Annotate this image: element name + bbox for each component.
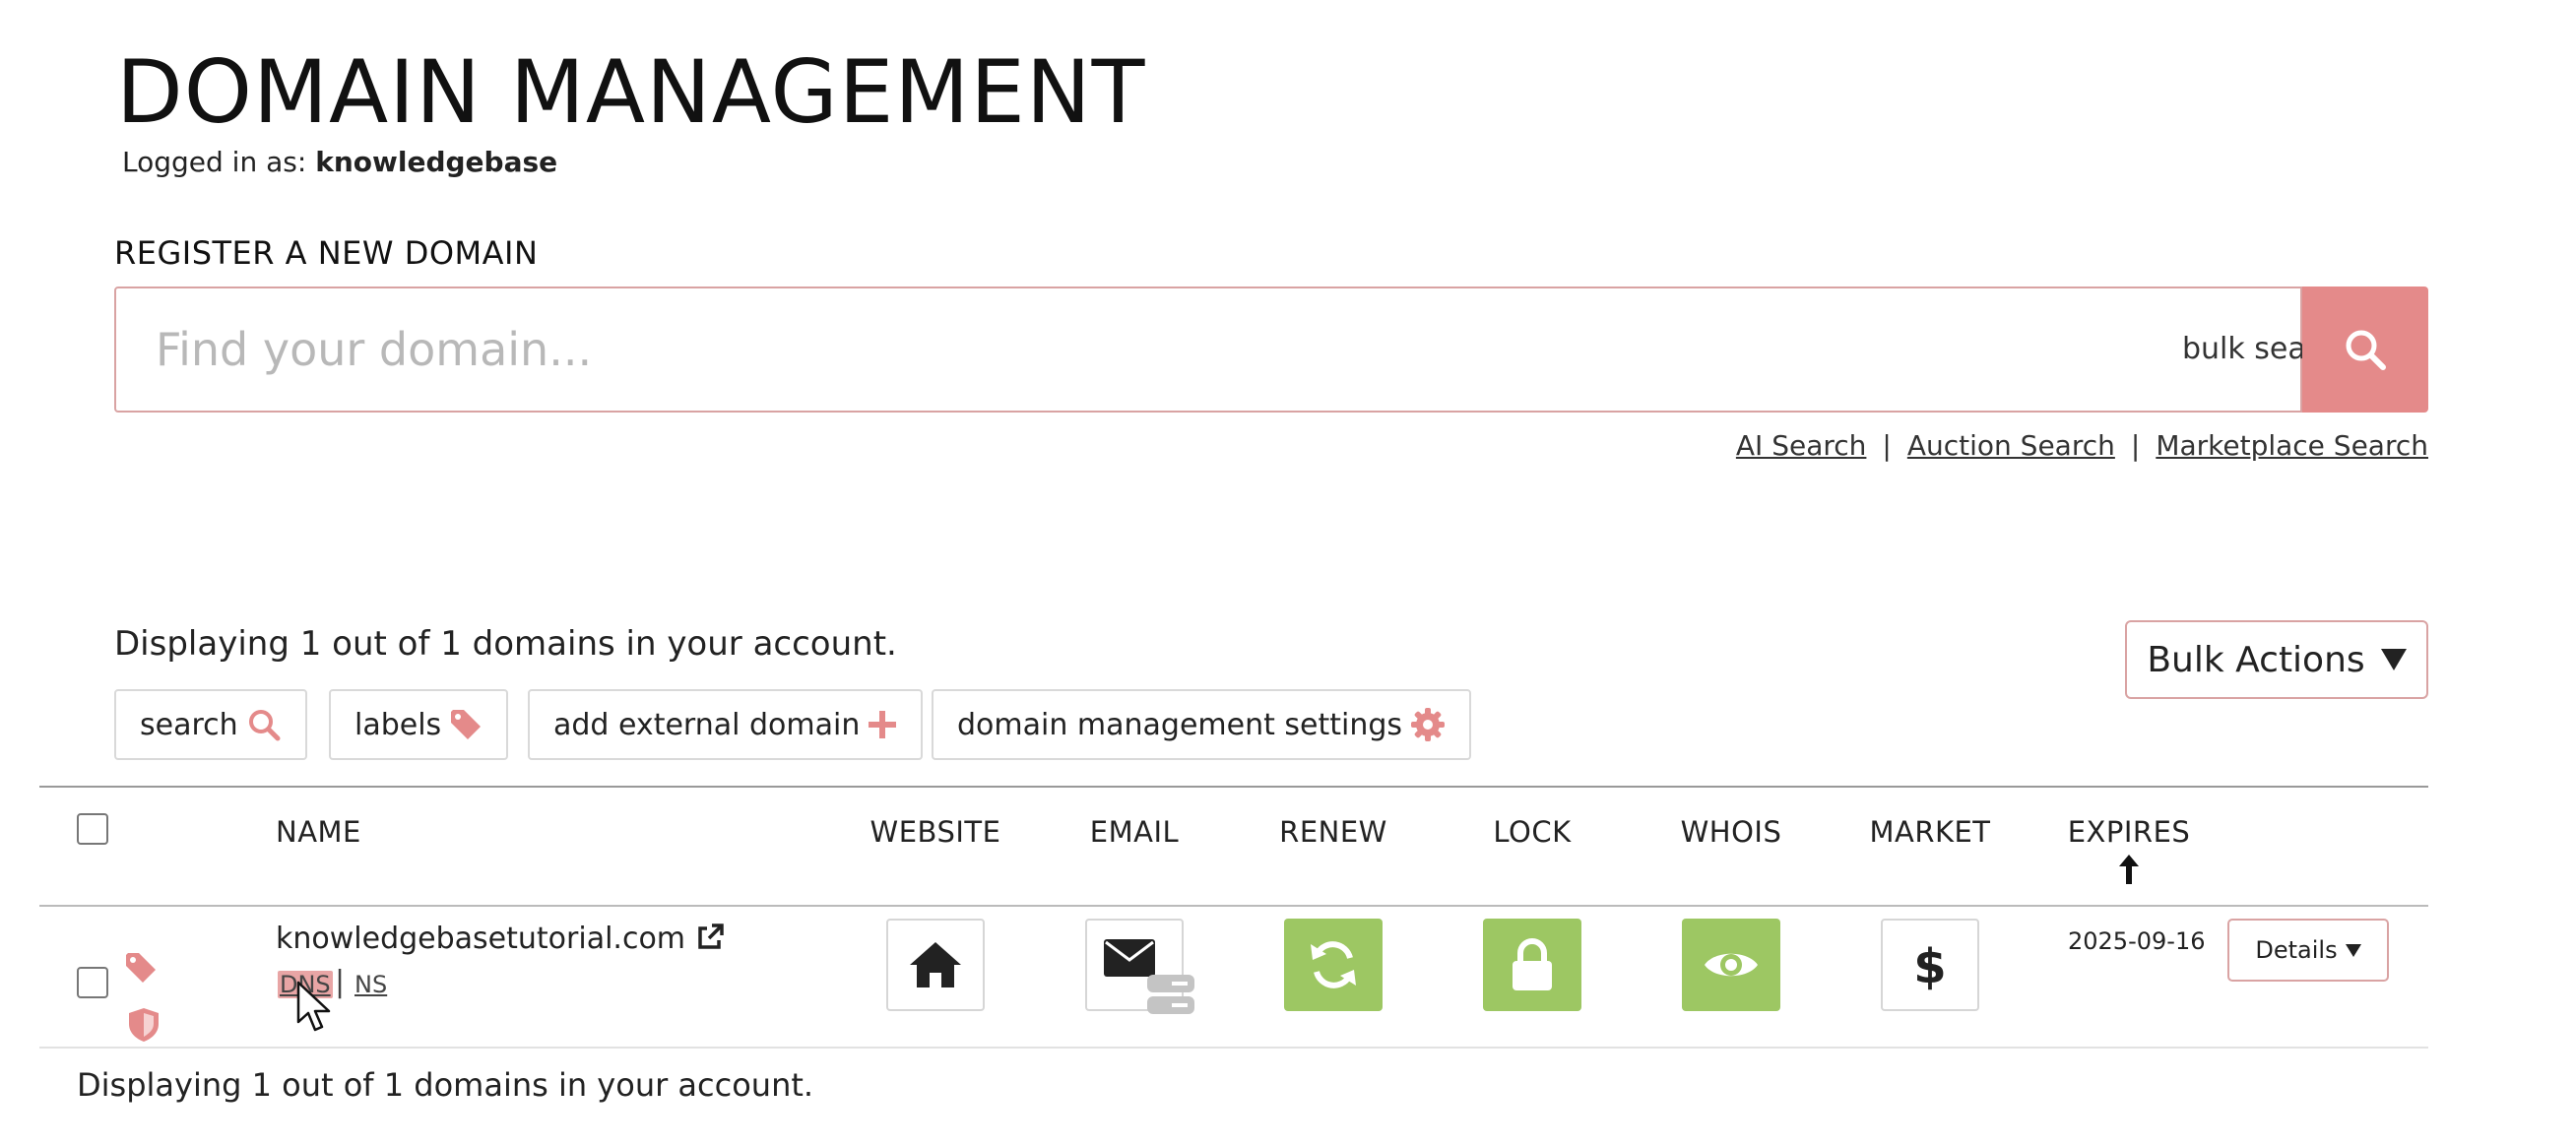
column-header-name[interactable]: NAME [276,815,361,849]
envelope-icon [1104,939,1155,977]
whois-privacy-button[interactable] [1682,919,1780,1011]
eye-icon [1705,953,1758,977]
table-header-divider [39,905,2428,907]
bulk-actions-button[interactable]: Bulk Actions [2125,620,2428,699]
table-row-divider [39,1047,2428,1049]
column-header-email: EMAIL [1089,815,1180,849]
ai-search-link[interactable]: AI Search [1736,429,1867,462]
search-icon [2346,330,2386,370]
labels-button-label: labels [354,707,442,742]
labels-button[interactable]: labels [329,689,509,760]
domain-search-box: bulk search [114,286,2390,413]
search-button[interactable] [2302,286,2428,413]
website-button[interactable] [886,919,985,1011]
refresh-icon [1311,941,1356,988]
domain-count-summary-bottom: Displaying 1 out of 1 domains in your ac… [77,1066,814,1104]
renew-button[interactable] [1284,919,1383,1011]
column-header-lock[interactable]: LOCK [1493,815,1571,849]
tag-icon[interactable] [124,951,158,985]
server-icon [1147,975,1194,1014]
market-button[interactable]: $ [1881,919,1979,1011]
mouse-pointer-icon [296,981,331,1032]
username: knowledgebase [315,146,558,178]
details-dropdown-button[interactable]: Details [2227,919,2389,982]
logged-in-status: Logged in as: knowledgebase [122,146,557,178]
search-domains-button[interactable]: search [114,689,307,760]
select-all-checkbox[interactable] [77,813,108,845]
search-icon [248,710,281,741]
expiration-date: 2025-09-16 [2068,927,2206,955]
add-external-domain-button[interactable]: add external domain [528,689,924,760]
email-button[interactable] [1085,919,1194,1014]
home-icon [910,942,961,987]
settings-button-label: domain management settings [957,707,1403,742]
shield-icon[interactable] [126,1006,161,1044]
details-label: Details [2255,936,2338,964]
domain-management-settings-button[interactable]: domain management settings [932,689,1472,760]
logged-in-label: Logged in as: [122,146,316,178]
column-header-website: WEBSITE [869,815,1001,849]
table-top-divider [39,786,2428,788]
register-domain-heading: REGISTER A NEW DOMAIN [114,234,539,272]
marketplace-search-link[interactable]: Marketplace Search [2156,429,2428,462]
add-external-domain-label: add external domain [553,707,861,742]
caret-down-icon [2345,943,2361,957]
caret-down-icon [2380,649,2407,670]
gear-icon [1411,708,1446,741]
search-links: AI Search | Auction Search | Marketplace Sea… [1736,429,2428,462]
domain-count-summary: Displaying 1 out of 1 domains in your ac… [114,624,897,664]
ns-link[interactable]: NS [354,971,387,998]
domain-name-link[interactable]: knowledgebasetutorial.com [276,922,725,956]
page-title: DOMAIN MANAGEMENT [116,41,1146,143]
domain-name-text: knowledgebasetutorial.com [276,922,686,956]
column-header-expires[interactable]: EXPIRES [2068,815,2191,849]
bulk-actions-label: Bulk Actions [2147,639,2365,680]
column-header-renew[interactable]: RENEW [1279,815,1387,849]
sort-ascending-icon[interactable] [2115,853,2143,886]
search-button-label: search [140,707,238,742]
row-select-checkbox[interactable] [77,967,108,998]
column-header-whois[interactable]: WHOIS [1681,815,1782,849]
lock-button[interactable] [1483,919,1581,1011]
domain-search-input[interactable] [156,288,2027,411]
plus-icon [869,711,897,738]
dollar-icon: $ [1913,939,1946,990]
external-link-icon[interactable] [695,923,725,952]
tag-icon [451,710,482,739]
link-separator: | [1882,429,1892,462]
auction-search-link[interactable]: Auction Search [1907,429,2115,462]
svg-text:$: $ [1913,939,1946,990]
link-separator: | [335,965,346,999]
lock-icon [1513,938,1552,990]
column-header-market: MARKET [1869,815,1991,849]
link-separator: | [2130,429,2141,462]
